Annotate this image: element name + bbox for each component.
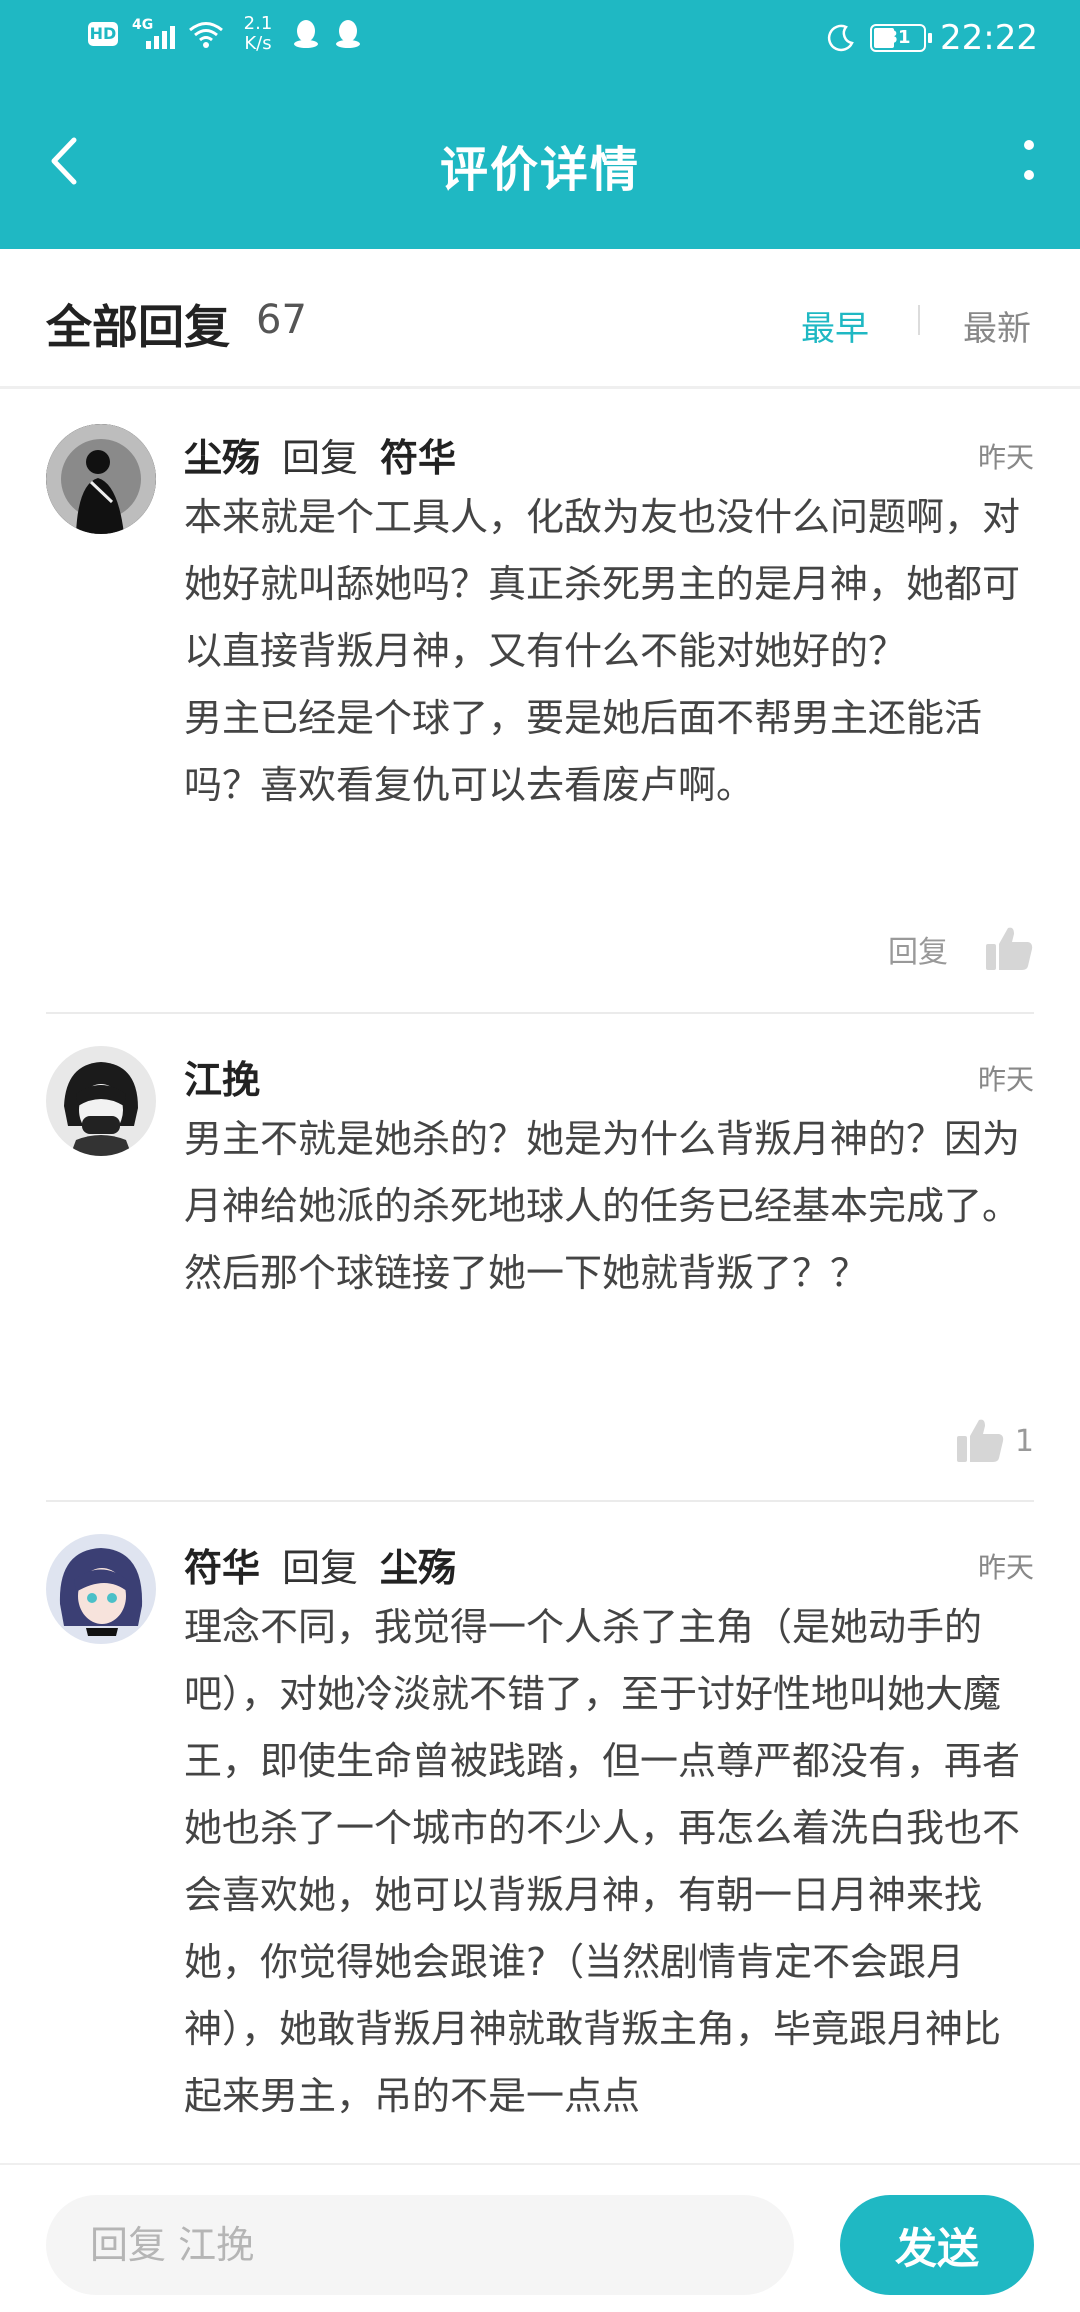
status-left: HD 4G 2.1 K/s — [88, 14, 362, 54]
network-speed: 2.1 K/s — [243, 13, 273, 54]
comment-author[interactable]: 江挽 — [184, 1049, 260, 1104]
clock: 22:22 — [940, 18, 1038, 58]
comment-meta: 尘殇 回复 符华 — [184, 424, 456, 484]
comment-body: 男主不就是她杀的？她是为什么背叛月神的？因为月神给她派的杀死地球人的任务已经基本… — [184, 1106, 1034, 1307]
reply-target[interactable]: 尘殇 — [380, 1537, 456, 1592]
hd-badge: HD — [88, 22, 118, 46]
comment-paragraph: 男主不就是她杀的？她是为什么背叛月神的？因为月神给她派的杀死地球人的任务已经基本… — [184, 1117, 1021, 1295]
like-count: 1 — [1014, 1423, 1034, 1459]
page-title: 评价详情 — [439, 142, 640, 198]
title-bar: 评价详情 — [0, 100, 1080, 230]
thumbs-up-icon[interactable] — [984, 924, 1034, 974]
sort-divider — [918, 305, 920, 335]
app-header: HD 4G 2.1 K/s 31 22:22 评价详情 — [0, 0, 1080, 249]
battery-icon: 31 — [870, 24, 933, 52]
more-options-icon[interactable] — [1004, 126, 1054, 196]
comment-paragraph: 男主已经是个球了，要是她后面不帮男主还能活吗？喜欢看复仇可以去看废卢啊。 — [184, 696, 983, 807]
reply-input[interactable] — [46, 2195, 794, 2295]
comment-actions: 回复 — [888, 924, 1034, 974]
qq-icon — [336, 20, 360, 48]
thumbs-up-icon[interactable] — [955, 1416, 1005, 1466]
comment-author[interactable]: 符华 — [184, 1537, 260, 1592]
comment-author[interactable]: 尘殇 — [184, 427, 260, 482]
comment-paragraph: 理念不同，我觉得一个人杀了主角（是她动手的吧），对她冷淡就不错了，至于讨好性地叫… — [184, 1605, 1021, 2118]
comment-body: 本来就是个工具人，化敌为友也没什么问题啊，对她好就叫舔她吗？真正杀死男主的是月神… — [184, 484, 1034, 819]
comment-meta: 符华 回复 尘殇 — [184, 1534, 456, 1594]
replies-label: 全部回复 — [46, 300, 230, 354]
comment-meta: 江挽 — [184, 1046, 260, 1106]
comment-actions: 1 — [955, 1416, 1034, 1466]
comment-time: 昨天 — [977, 441, 1034, 474]
comment-item: 符华 回复 尘殇 昨天 理念不同，我觉得一个人杀了主角（是她动手的吧），对她冷淡… — [0, 1534, 1080, 2163]
avatar[interactable] — [46, 1046, 156, 1156]
divider — [46, 1012, 1034, 1014]
comment-paragraph: 本来就是个工具人，化敌为友也没什么问题啊，对她好就叫舔她吗？真正杀死男主的是月神… — [184, 495, 1021, 673]
comment-body: 理念不同，我觉得一个人杀了主角（是她动手的吧），对她冷淡就不错了，至于讨好性地叫… — [184, 1594, 1034, 2130]
avatar[interactable] — [46, 1534, 156, 1644]
reply-target[interactable]: 符华 — [380, 427, 456, 482]
comment-item: 江挽 昨天 男主不就是她杀的？她是为什么背叛月神的？因为月神给她派的杀死地球人的… — [0, 1046, 1080, 1486]
send-button[interactable]: 发送 — [840, 2195, 1034, 2295]
reply-word: 回复 — [282, 1545, 359, 1590]
qq-icon — [294, 20, 318, 48]
divider — [46, 1500, 1034, 1502]
reply-bar: 发送 — [0, 2163, 1080, 2312]
reply-button[interactable]: 回复 — [888, 927, 948, 971]
wifi-icon — [189, 22, 223, 48]
comment-time: 昨天 — [977, 1551, 1034, 1584]
reply-word: 回复 — [282, 435, 359, 480]
replies-count: 67 — [256, 297, 307, 343]
replies-header: 全部回复 67 最早 最新 — [0, 249, 1080, 389]
comment-item: 尘殇 回复 符华 昨天 本来就是个工具人，化敌为友也没什么问题啊，对她好就叫舔她… — [0, 424, 1080, 1014]
sort-earliest-tab[interactable]: 最早 — [801, 301, 869, 350]
cellular-signal-icon: 4G — [132, 17, 175, 51]
avatar[interactable] — [46, 424, 156, 534]
status-bar: HD 4G 2.1 K/s 31 22:22 — [0, 0, 1080, 80]
comment-time: 昨天 — [977, 1063, 1034, 1096]
sort-latest-tab[interactable]: 最新 — [963, 301, 1031, 350]
status-right: 31 22:22 — [826, 18, 1038, 58]
moon-icon — [827, 24, 854, 52]
